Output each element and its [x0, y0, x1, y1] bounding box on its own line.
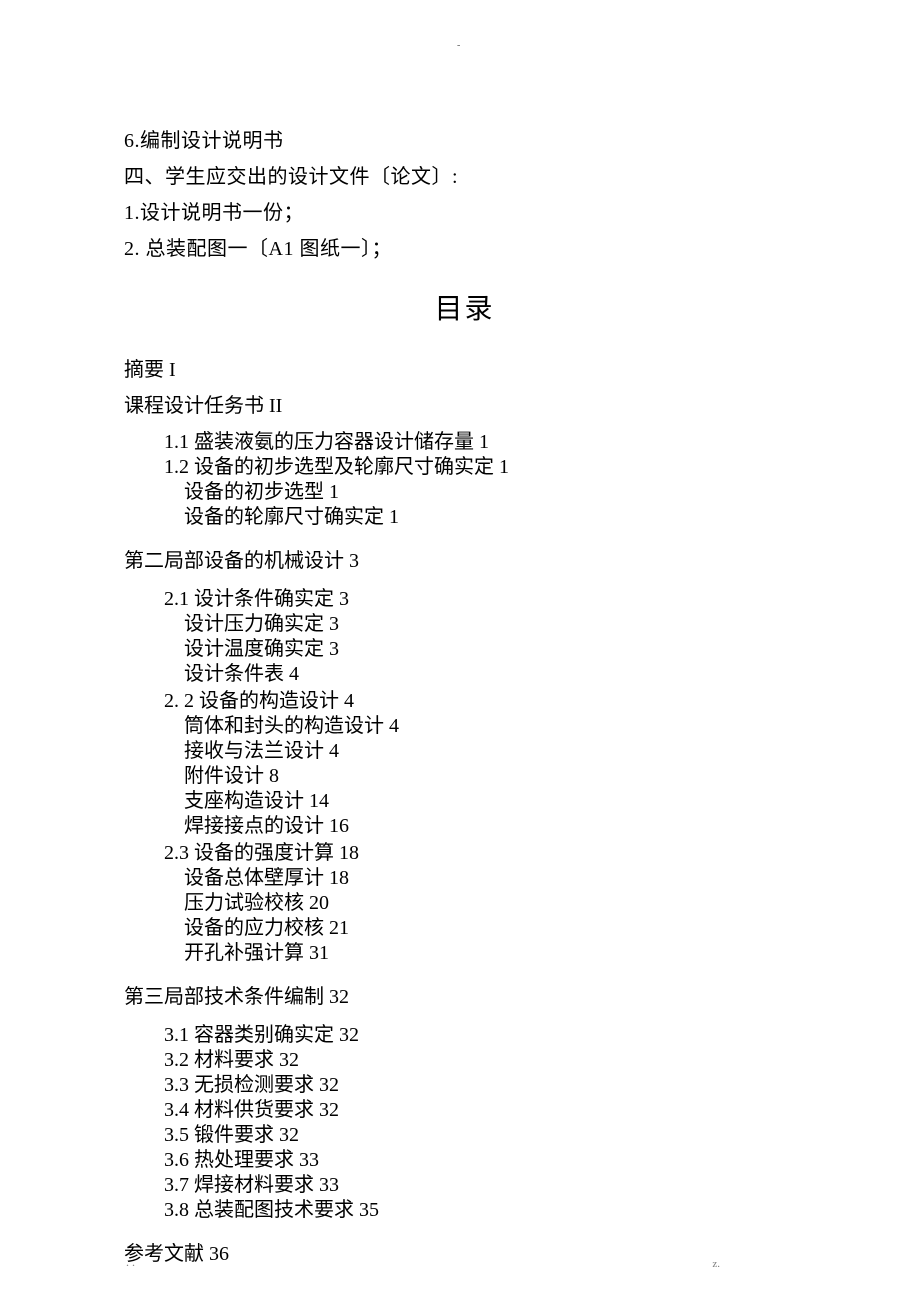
toc-entry-2-2-4: 支座构造设计 14: [184, 789, 805, 814]
intro-item-6: 6.编制设计说明书: [124, 123, 805, 159]
toc-entry-2-1-1: 设计压力确实定 3: [184, 612, 805, 637]
toc-entry-3-5: 3.5 锻件要求 32: [164, 1123, 805, 1148]
toc-entry-3-2: 3.2 材料要求 32: [164, 1048, 805, 1073]
toc-entry-2-3-4: 开孔补强计算 31: [184, 941, 805, 966]
intro-section-4: 四、学生应交出的设计文件〔论文〕:: [124, 159, 805, 195]
intro-item-2: 2. 总装配图一〔A1 图纸一〕；: [124, 231, 805, 267]
intro-item-1: 1.设计说明书一份；: [124, 195, 805, 231]
toc-entry-2-3-2: 压力试验校核 20: [184, 891, 805, 916]
toc-part3: 第三局部技术条件编制 32: [124, 979, 805, 1015]
toc-entry-3-6: 3.6 热处理要求 33: [164, 1148, 805, 1173]
toc-title: 目录: [124, 287, 805, 327]
toc-entry-1-2: 1.2 设备的初步选型及轮廓尺寸确实定 1: [164, 455, 805, 480]
toc-entry-2-2-5: 焊接接点的设计 16: [184, 814, 805, 839]
toc-part2: 第二局部设备的机械设计 3: [124, 543, 805, 579]
page-body: 6.编制设计说明书 四、学生应交出的设计文件〔论文〕: 1.设计说明书一份； 2…: [0, 0, 920, 1272]
toc-entry-1-2-1: 设备的初步选型 1: [184, 480, 805, 505]
toc-entry-3-4: 3.4 材料供货要求 32: [164, 1098, 805, 1123]
toc-entry-2-1-2: 设计温度确实定 3: [184, 637, 805, 662]
toc-taskbook: 课程设计任务书 II: [124, 388, 805, 424]
toc-entry-2-1: 2.1 设计条件确实定 3: [164, 587, 805, 612]
toc-entry-2-1-3: 设计条件表 4: [184, 662, 805, 687]
toc-entry-3-8: 3.8 总装配图技术要求 35: [164, 1198, 805, 1223]
toc-entry-2-2-3: 附件设计 8: [184, 764, 805, 789]
header-mark: -: [457, 40, 460, 51]
footer-left: . .: [126, 1255, 135, 1270]
toc-entry-1-1: 1.1 盛装液氨的压力容器设计储存量 1: [164, 430, 805, 455]
toc-entry-3-1: 3.1 容器类别确实定 32: [164, 1023, 805, 1048]
toc-entry-2-3: 2.3 设备的强度计算 18: [164, 841, 805, 866]
toc-entry-3-7: 3.7 焊接材料要求 33: [164, 1173, 805, 1198]
toc-entry-2-2-2: 接收与法兰设计 4: [184, 739, 805, 764]
footer-right: z.: [712, 1258, 720, 1270]
toc-entry-1-2-2: 设备的轮廓尺寸确实定 1: [184, 505, 805, 530]
toc-abstract: 摘要 I: [124, 352, 805, 388]
toc-entry-2-2-1: 筒体和封头的构造设计 4: [184, 714, 805, 739]
toc-entry-2-3-1: 设备总体壁厚计 18: [184, 866, 805, 891]
toc-entry-2-3-3: 设备的应力校核 21: [184, 916, 805, 941]
toc-entry-2-2: 2. 2 设备的构造设计 4: [164, 689, 805, 714]
toc-refs: 参考文献 36: [124, 1236, 805, 1272]
toc-entry-3-3: 3.3 无损检测要求 32: [164, 1073, 805, 1098]
